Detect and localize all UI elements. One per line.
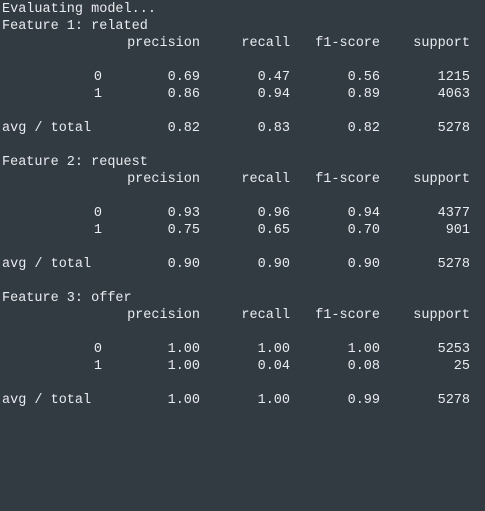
f1-score-value: 0.89 [347, 87, 380, 102]
column-header-support: support [413, 308, 470, 323]
f1-score-value: 0.99 [347, 393, 380, 408]
precision-value: 0.90 [167, 257, 200, 272]
column-header-support: support [413, 36, 470, 51]
avg-total-row: avg / total 0.82 0.83 0.82 5278 [0, 120, 485, 137]
column-header-precision: precision [127, 36, 200, 51]
report-title-line: Feature 3: offer [0, 290, 485, 307]
avg-total-row: avg / total 0.90 0.90 0.90 5278 [0, 256, 485, 273]
recall-value: 0.96 [257, 206, 290, 221]
column-header-f1-score: f1-score [315, 36, 380, 51]
eval-status-text: Evaluating model... [2, 2, 156, 17]
precision-value: 1.00 [167, 342, 200, 357]
precision-value: 1.00 [167, 393, 200, 408]
recall-value: 0.90 [257, 257, 290, 272]
column-header-recall: recall [241, 308, 290, 323]
f1-score-value: 0.82 [347, 121, 380, 136]
column-header-line: precision recall f1-score support [0, 35, 485, 52]
precision-value: 1.00 [167, 359, 200, 374]
f1-score-value: 0.56 [347, 70, 380, 85]
report-title: Feature 3: offer [2, 291, 132, 306]
f1-score-value: 0.90 [347, 257, 380, 272]
report-row: 1 1.00 0.04 0.08 25 [0, 358, 485, 375]
recall-value: 0.65 [257, 223, 290, 238]
support-value: 901 [445, 223, 470, 238]
report-title-line: Feature 2: request [0, 154, 485, 171]
column-header-recall: recall [241, 36, 290, 51]
precision-value: 0.82 [167, 121, 200, 136]
precision-value: 0.75 [167, 223, 200, 238]
support-value: 5278 [437, 257, 470, 272]
terminal-line-header: Evaluating model... [0, 1, 485, 18]
recall-value: 0.04 [257, 359, 290, 374]
class-label: 0 [93, 206, 102, 221]
avg-total-row: avg / total 1.00 1.00 0.99 5278 [0, 392, 485, 409]
class-label: 1 [93, 223, 102, 238]
terminal-output: Evaluating model... Feature 1: related p… [0, 0, 485, 411]
precision-value: 0.69 [167, 70, 200, 85]
report-row: 0 0.69 0.47 0.56 1215 [0, 69, 485, 86]
support-value: 1215 [437, 70, 470, 85]
column-header-line: precision recall f1-score support [0, 171, 485, 188]
class-label: 0 [93, 70, 102, 85]
column-header-line: precision recall f1-score support [0, 307, 485, 324]
column-header-support: support [413, 172, 470, 187]
f1-score-value: 0.70 [347, 223, 380, 238]
column-header-f1-score: f1-score [315, 172, 380, 187]
report-row: 1 0.86 0.94 0.89 4063 [0, 86, 485, 103]
support-value: 4063 [437, 87, 470, 102]
recall-value: 1.00 [257, 342, 290, 357]
f1-score-value: 0.08 [347, 359, 380, 374]
f1-score-value: 0.94 [347, 206, 380, 221]
precision-value: 0.86 [167, 87, 200, 102]
recall-value: 0.94 [257, 87, 290, 102]
class-label: 0 [93, 342, 102, 357]
support-value: 5253 [437, 342, 470, 357]
report-row: 0 1.00 1.00 1.00 5253 [0, 341, 485, 358]
avg-total-label: avg / total [2, 257, 92, 272]
recall-value: 0.47 [257, 70, 290, 85]
report-row: 1 0.75 0.65 0.70 901 [0, 222, 485, 239]
report-row: 0 0.93 0.96 0.94 4377 [0, 205, 485, 222]
avg-total-label: avg / total [2, 393, 92, 408]
support-value: 4377 [437, 206, 470, 221]
support-value: 25 [453, 359, 470, 374]
report-title-line: Feature 1: related [0, 18, 485, 35]
support-value: 5278 [437, 121, 470, 136]
column-header-f1-score: f1-score [315, 308, 380, 323]
report-title: Feature 2: request [2, 155, 148, 170]
precision-value: 0.93 [167, 206, 200, 221]
f1-score-value: 1.00 [347, 342, 380, 357]
class-label: 1 [93, 87, 102, 102]
recall-value: 1.00 [257, 393, 290, 408]
column-header-recall: recall [241, 172, 290, 187]
column-header-precision: precision [127, 308, 200, 323]
column-header-precision: precision [127, 172, 200, 187]
support-value: 5278 [437, 393, 470, 408]
recall-value: 0.83 [257, 121, 290, 136]
avg-total-label: avg / total [2, 121, 92, 136]
report-title: Feature 1: related [2, 19, 148, 34]
class-label: 1 [93, 359, 102, 374]
